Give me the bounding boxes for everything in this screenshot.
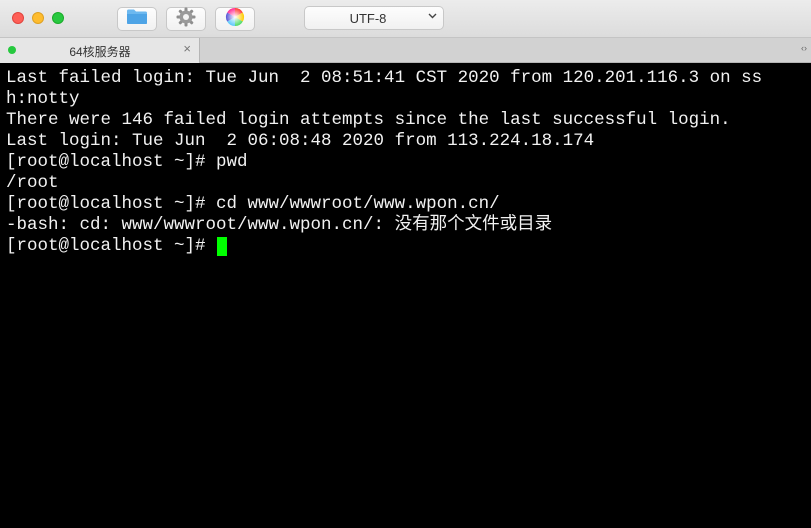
text-cursor (216, 237, 227, 256)
color-button[interactable] (215, 7, 255, 31)
terminal-line: There were 146 failed login attempts sin… (6, 110, 731, 130)
tab-bar: 64核服务器 × ‹› (0, 38, 811, 63)
tab-64-core-server[interactable]: 64核服务器 × (0, 38, 200, 63)
folder-icon (126, 8, 148, 30)
prompt-line[interactable]: [root@localhost ~]# (6, 236, 811, 257)
title-bar: UTF-8 (0, 0, 811, 38)
folder-button[interactable] (117, 7, 157, 31)
terminal-line: Last login: Tue Jun 2 06:08:48 2020 from… (6, 131, 595, 151)
terminal-line: [root@localhost ~]# cd www/wwwroot/www.w… (6, 194, 500, 214)
gear-icon (176, 7, 196, 32)
close-icon[interactable]: × (183, 41, 191, 56)
settings-button[interactable] (166, 7, 206, 31)
terminal-line: [root@localhost ~]# pwd (6, 152, 248, 172)
terminal-output[interactable]: Last failed login: Tue Jun 2 08:51:41 CS… (0, 63, 811, 528)
prompt: [root@localhost ~]# (6, 236, 206, 256)
tab-scroll-arrows-icon[interactable]: ‹› (801, 43, 807, 53)
minimize-window-button[interactable] (32, 12, 44, 24)
terminal-line: /root (6, 173, 59, 193)
terminal-line: h:notty (6, 89, 80, 109)
terminal-window: UTF-8 64核服务器 × ‹› Last failed login: Tue… (0, 0, 811, 528)
encoding-select[interactable]: UTF-8 (304, 6, 444, 30)
chevron-down-icon (428, 11, 437, 23)
terminal-line: Last failed login: Tue Jun 2 08:51:41 CS… (6, 68, 763, 88)
encoding-label: UTF-8 (349, 10, 387, 26)
maximize-window-button[interactable] (52, 12, 64, 24)
color-wheel-icon (225, 7, 245, 32)
close-window-button[interactable] (12, 12, 24, 24)
tab-title: 64核服务器 (69, 45, 131, 59)
terminal-line: -bash: cd: www/wwwroot/www.wpon.cn/: 没有那… (6, 215, 553, 235)
